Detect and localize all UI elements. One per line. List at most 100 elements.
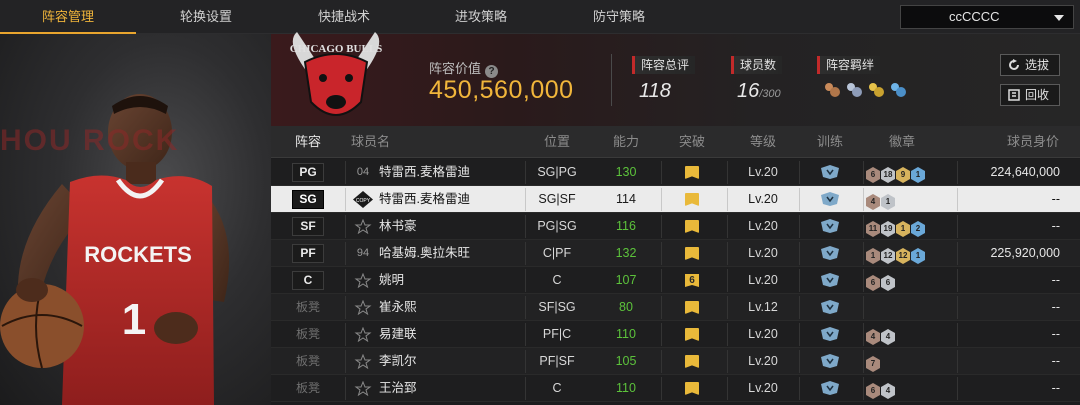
team-select-dropdown[interactable]: ccCCCC	[900, 5, 1074, 29]
breakthrough-crown-icon[interactable]	[685, 166, 699, 179]
player-ability: 107	[615, 273, 637, 287]
table-row[interactable]: 板凳 易建联 PF|C 110 Lv.20 4 4 --	[271, 321, 1080, 348]
training-icon[interactable]	[820, 354, 840, 368]
lineup-value: 450,560,000	[429, 76, 574, 104]
player-level: Lv.20	[748, 273, 778, 287]
position-slot-badge[interactable]: PG	[292, 163, 324, 182]
divider	[727, 377, 728, 400]
badge-blue-icon: 1	[911, 167, 925, 183]
badge-list[interactable]: 1 12 12 1	[866, 245, 926, 264]
breakthrough-crown-icon[interactable]: 6	[685, 274, 699, 287]
star-icon	[354, 354, 372, 369]
player-name[interactable]: 姚明	[379, 267, 404, 294]
player-name[interactable]: 李凯尔	[379, 348, 417, 375]
badge-list[interactable]: 64	[866, 380, 896, 399]
divider	[863, 215, 864, 238]
badge-silver-icon: 6	[881, 275, 895, 291]
table-row[interactable]: SG COPY 特雷西.麦格雷迪 SG|SF 114 Lv.20 4 1 --	[271, 186, 1080, 213]
tab-lineup[interactable]: 阵容管理	[0, 0, 136, 34]
breakthrough-crown-icon[interactable]	[685, 247, 699, 260]
tab-defense[interactable]: 防守策略	[550, 0, 688, 34]
table-row[interactable]: PF 94 哈基姆.奥拉朱旺 C|PF 132 Lv.20 1 12 12 1 225,920,00…	[271, 240, 1080, 267]
player-name[interactable]: 崔永熙	[379, 294, 417, 321]
divider	[863, 350, 864, 373]
badge-list[interactable]: 6 18 9 1	[866, 164, 926, 183]
divider	[799, 296, 800, 319]
chem-icon-3[interactable]	[867, 81, 885, 99]
badge-list[interactable]: 66	[866, 272, 896, 291]
player-name[interactable]: 王治郅	[379, 375, 417, 402]
badge-list[interactable]: 44	[866, 326, 896, 345]
breakthrough-crown-icon[interactable]	[685, 220, 699, 233]
bench-slot-label[interactable]: 板凳	[292, 348, 324, 375]
col-position[interactable]: 位置	[527, 126, 587, 158]
breakthrough-crown-icon[interactable]	[685, 301, 699, 314]
training-icon[interactable]	[820, 246, 840, 260]
bench-slot-label[interactable]: 板凳	[292, 375, 324, 402]
chem-icon-2[interactable]	[845, 81, 863, 99]
player-name[interactable]: 易建联	[379, 321, 417, 348]
training-icon[interactable]	[820, 327, 840, 341]
table-row[interactable]: C 姚明 C 107 6 Lv.20 6 6 --	[271, 267, 1080, 294]
badge-bronze-icon: 7	[866, 356, 880, 372]
player-name[interactable]: 哈基姆.奥拉朱旺	[379, 240, 470, 267]
star-icon	[354, 300, 372, 315]
team-logo: CHICAGO BULLS	[290, 32, 382, 116]
position-slot-badge[interactable]: PF	[292, 244, 324, 263]
tab-offense[interactable]: 进攻策略	[412, 0, 550, 34]
tab-quick-tactics[interactable]: 快捷战术	[276, 0, 412, 34]
divider	[727, 242, 728, 265]
col-ability[interactable]: 能力	[599, 126, 653, 158]
breakthrough-crown-icon[interactable]	[685, 355, 699, 368]
tab-rotation[interactable]: 轮换设置	[136, 0, 276, 34]
divider	[661, 188, 662, 211]
chem-icon-4[interactable]	[889, 81, 907, 99]
table-row[interactable]: 板凳 王治郅 C 110 Lv.20 6 4 --	[271, 375, 1080, 402]
col-lineup[interactable]: 阵容	[277, 126, 339, 158]
col-level[interactable]: 等级	[733, 126, 793, 158]
player-ability: 110	[616, 381, 636, 395]
divider	[345, 377, 346, 400]
breakthrough-crown-icon[interactable]	[685, 328, 699, 341]
training-icon[interactable]	[820, 381, 840, 395]
select-button[interactable]: 选拔	[1000, 54, 1060, 76]
col-breakthrough[interactable]: 突破	[665, 126, 719, 158]
breakthrough-crown-icon[interactable]	[685, 193, 699, 206]
training-icon[interactable]	[820, 300, 840, 314]
player-level: Lv.20	[748, 246, 778, 260]
badge-list[interactable]: 11 19 1 2	[866, 218, 926, 237]
bench-slot-label[interactable]: 板凳	[292, 321, 324, 348]
badge-list[interactable]: 7	[866, 353, 881, 372]
table-row[interactable]: 板凳 李凯尔 PF|SF 105 Lv.20 7 --	[271, 348, 1080, 375]
col-badges[interactable]: 徽章	[867, 126, 937, 158]
training-icon[interactable]	[820, 273, 840, 287]
position-slot-badge[interactable]: SG	[292, 190, 324, 209]
training-icon[interactable]	[820, 165, 840, 179]
select-button-label: 选拔	[1025, 58, 1050, 72]
training-icon[interactable]	[820, 192, 840, 206]
player-name[interactable]: 特雷西.麦格雷迪	[379, 186, 470, 213]
divider	[345, 350, 346, 373]
badge-list[interactable]: 41	[866, 191, 896, 210]
star-icon	[354, 273, 372, 288]
divider	[863, 323, 864, 346]
training-icon[interactable]	[820, 219, 840, 233]
divider	[727, 215, 728, 238]
table-row[interactable]: PG 04 特雷西.麦格雷迪 SG|PG 130 Lv.20 6 18 9 1 224,640,00…	[271, 159, 1080, 186]
player-name[interactable]: 林书豪	[379, 213, 417, 240]
position-slot-badge[interactable]: SF	[292, 217, 324, 236]
player-name[interactable]: 特雷西.麦格雷迪	[379, 159, 470, 186]
position-slot-badge[interactable]: C	[292, 271, 324, 290]
bench-slot-label[interactable]: 板凳	[292, 294, 324, 321]
recycle-button[interactable]: 回收	[1000, 84, 1060, 106]
divider	[799, 269, 800, 292]
background-wordmark: HOU ROCK	[0, 124, 180, 157]
table-row[interactable]: SF 林书豪 PG|SG 116 Lv.20 11 19 1 2 --	[271, 213, 1080, 240]
breakthrough-crown-icon[interactable]	[685, 382, 699, 395]
col-salary[interactable]: 球员身价	[971, 126, 1071, 158]
player-salary: --	[1051, 192, 1060, 206]
chem-icon-1[interactable]	[823, 81, 841, 99]
col-player-name[interactable]: 球员名	[351, 126, 431, 158]
table-row[interactable]: 板凳 崔永熙 SF|SG 80 Lv.12 --	[271, 294, 1080, 321]
col-training[interactable]: 训练	[805, 126, 855, 158]
